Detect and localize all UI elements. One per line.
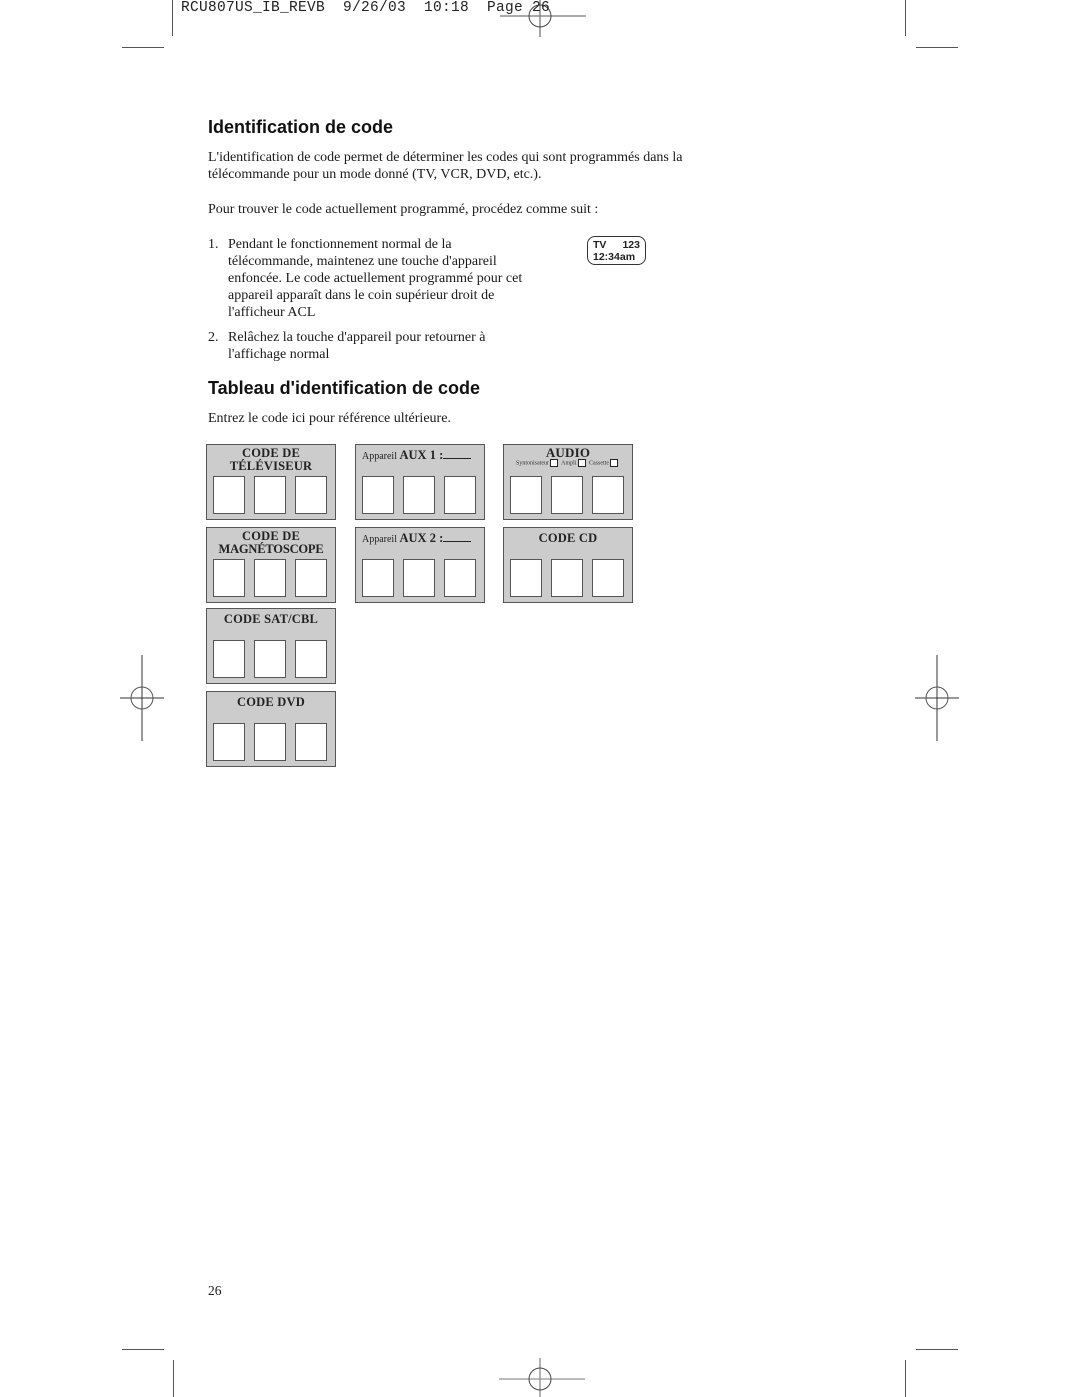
aux-name-blank[interactable]	[443, 541, 472, 542]
audio-options: Syntonisateur Ampli Cassette	[504, 459, 632, 467]
code-digit-box[interactable]	[254, 559, 286, 597]
step-item: 2. Relâchez la touche d'appareil pour re…	[208, 329, 538, 363]
audio-option-label: Syntonisateur	[515, 460, 549, 467]
card-title: TÉLÉVISEUR	[229, 459, 313, 473]
print-slug: RCU807US_IB_REVB 9/26/03 10:18 Page 26	[181, 0, 551, 16]
card-audio-code: AUDIO Syntonisateur Ampli Cassette	[503, 444, 633, 520]
code-digit-box[interactable]	[295, 723, 327, 761]
audio-option-label: Ampli	[561, 460, 577, 467]
code-digit-box[interactable]	[510, 476, 542, 514]
registration-mark-left	[120, 655, 164, 741]
checkbox-icon[interactable]	[549, 459, 558, 467]
crop-mark	[173, 1360, 174, 1397]
lead-paragraph: Pour trouver le code actuellement progra…	[208, 202, 599, 217]
card-title: CODE SAT/CBL	[223, 612, 319, 626]
crop-mark	[172, 0, 173, 36]
crop-mark	[905, 0, 906, 36]
card-aux1-code: Appareil AUX 1 :	[355, 444, 485, 520]
code-digit-box[interactable]	[444, 476, 476, 514]
aux-prefix: Appareil	[362, 451, 397, 462]
lcd-time: 12:34am	[593, 251, 636, 263]
lcd-code: 123	[622, 239, 640, 251]
code-digit-box[interactable]	[213, 559, 245, 597]
crop-mark	[916, 1349, 958, 1350]
step-item: 1. Pendant le fonctionnement normal de l…	[208, 236, 538, 321]
page-number: 26	[208, 1283, 222, 1298]
code-digit-box[interactable]	[295, 640, 327, 678]
card-title: MAGNÉTOSCOPE	[218, 542, 324, 556]
registration-mark-bottom	[499, 1358, 585, 1397]
card-title: CODE CD	[538, 531, 598, 545]
code-boxes	[362, 559, 476, 597]
code-digit-box[interactable]	[403, 559, 435, 597]
aux-label: AUX 1 :	[399, 448, 444, 462]
code-boxes	[213, 723, 327, 761]
code-digit-box[interactable]	[592, 476, 624, 514]
aux-label: AUX 2 :	[399, 531, 444, 545]
card-sat-cbl-code: CODE SAT/CBL	[206, 608, 336, 684]
crop-mark	[916, 47, 958, 48]
card-vcr-code: CODE DE MAGNÉTOSCOPE	[206, 527, 336, 603]
aux-name-blank[interactable]	[443, 458, 472, 459]
lcd-mode: TV	[593, 239, 607, 251]
intro-paragraph: L'identification de code permet de déter…	[208, 150, 683, 182]
code-digit-box[interactable]	[213, 476, 245, 514]
checkbox-icon[interactable]	[577, 459, 586, 467]
checkbox-icon[interactable]	[610, 459, 618, 467]
code-digit-box[interactable]	[295, 559, 327, 597]
code-digit-box[interactable]	[444, 559, 476, 597]
code-digit-box[interactable]	[403, 476, 435, 514]
code-boxes	[213, 559, 327, 597]
code-digit-box[interactable]	[551, 559, 583, 597]
code-digit-box[interactable]	[254, 640, 286, 678]
code-digit-box[interactable]	[510, 559, 542, 597]
code-boxes	[510, 559, 624, 597]
registration-mark-right	[915, 655, 959, 741]
step-text: Pendant le fonctionnement normal de la t…	[228, 237, 523, 320]
step-text: Relâchez la touche d'appareil pour retou…	[228, 330, 486, 362]
card-tv-code: CODE DE TÉLÉVISEUR	[206, 444, 336, 520]
step-list: 1. Pendant le fonctionnement normal de l…	[208, 236, 538, 371]
code-digit-box[interactable]	[213, 723, 245, 761]
code-boxes	[213, 640, 327, 678]
code-boxes	[362, 476, 476, 514]
code-digit-box[interactable]	[254, 723, 286, 761]
lcd-display-illustration: TV 123 12:34am	[587, 236, 646, 265]
table-intro: Entrez le code ici pour référence ultéri…	[208, 411, 451, 426]
code-digit-box[interactable]	[295, 476, 327, 514]
code-digit-box[interactable]	[254, 476, 286, 514]
crop-mark	[122, 47, 164, 48]
step-number: 1.	[208, 237, 219, 252]
crop-mark	[122, 1349, 164, 1350]
code-digit-box[interactable]	[213, 640, 245, 678]
card-dvd-code: CODE DVD	[206, 691, 336, 767]
code-digit-box[interactable]	[592, 559, 624, 597]
card-cd-code: CODE CD	[503, 527, 633, 603]
card-title: AUDIO	[545, 445, 591, 460]
code-digit-box[interactable]	[551, 476, 583, 514]
code-boxes	[213, 476, 327, 514]
code-boxes	[510, 476, 624, 514]
step-number: 2.	[208, 330, 219, 345]
crop-mark	[905, 1360, 906, 1397]
aux-prefix: Appareil	[362, 534, 397, 545]
card-title: CODE DVD	[237, 695, 305, 709]
audio-option-label: Cassette	[589, 460, 609, 467]
heading-code-table: Tableau d'identification de code	[208, 378, 480, 398]
heading-identification: Identification de code	[208, 117, 394, 137]
code-digit-box[interactable]	[362, 476, 394, 514]
card-aux2-code: Appareil AUX 2 :	[355, 527, 485, 603]
code-digit-box[interactable]	[362, 559, 394, 597]
